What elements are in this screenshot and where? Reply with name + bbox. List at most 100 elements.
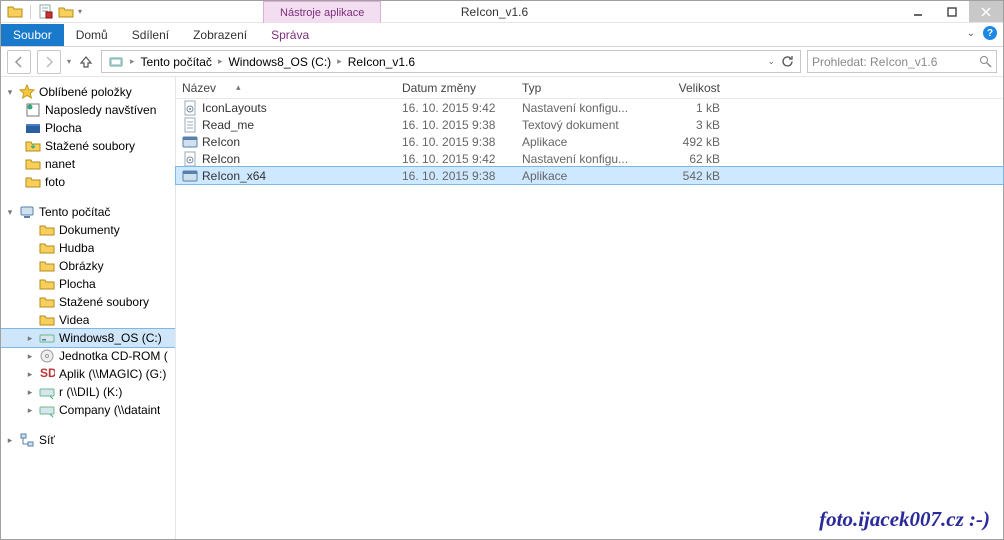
address-dropdown-icon[interactable]: ⌄	[767, 56, 775, 67]
tree-item[interactable]: Obrázky	[1, 257, 175, 275]
drive-icon	[39, 384, 55, 400]
file-icon	[182, 100, 198, 116]
column-header-size[interactable]: Velikost	[646, 81, 726, 95]
file-size: 62 kB	[646, 152, 726, 166]
new-folder-icon[interactable]	[58, 4, 74, 20]
caret-icon[interactable]: ▾	[5, 207, 15, 218]
breadcrumb-item[interactable]: ReIcon_v1.6	[344, 51, 419, 72]
star-icon	[19, 84, 35, 100]
file-icon	[182, 168, 198, 184]
file-date: 16. 10. 2015 9:42	[396, 152, 516, 166]
breadcrumb-item[interactable]: Tento počítač	[137, 51, 216, 72]
chevron-right-icon[interactable]: ▸	[216, 56, 225, 67]
folder-icon	[25, 102, 41, 118]
qat-dropdown-icon[interactable]: ▾	[78, 7, 82, 16]
drive-icon	[39, 258, 55, 274]
context-tab-group-label: Nástroje aplikace	[263, 1, 381, 23]
tree-computer[interactable]: ▾ Tento počítač	[1, 203, 175, 221]
drive-icon: SD	[39, 366, 55, 382]
tree-item[interactable]: Videa	[1, 311, 175, 329]
column-headers: Název▴ Datum změny Typ Velikost	[176, 77, 1003, 99]
recent-locations-dropdown[interactable]: ▾	[67, 57, 71, 66]
close-button[interactable]	[969, 1, 1003, 22]
file-name: Read_me	[202, 118, 254, 132]
file-name: IconLayouts	[202, 101, 267, 115]
drive-icon	[39, 294, 55, 310]
maximize-button[interactable]	[935, 1, 969, 22]
column-header-type[interactable]: Typ	[516, 81, 646, 95]
properties-icon[interactable]	[38, 4, 54, 20]
breadcrumb[interactable]: ▸ Tento počítač ▸ Windows8_OS (C:) ▸ ReI…	[101, 50, 801, 73]
file-date: 16. 10. 2015 9:38	[396, 118, 516, 132]
tree-item[interactable]: ▸Windows8_OS (C:)	[1, 329, 175, 347]
file-size: 1 kB	[646, 101, 726, 115]
tree-item[interactable]: ▸SDAplik (\\MAGIC) (G:)	[1, 365, 175, 383]
file-list: Název▴ Datum změny Typ Velikost IconLayo…	[176, 77, 1003, 539]
tree-network[interactable]: ▸ Síť	[1, 431, 175, 449]
tree-favorites[interactable]: ▾ Oblíbené položky	[1, 83, 175, 101]
ribbon-tab-share[interactable]: Sdílení	[120, 24, 181, 46]
tree-item[interactable]: Hudba	[1, 239, 175, 257]
caret-icon[interactable]: ▾	[5, 87, 15, 98]
file-name: ReIcon_x64	[202, 169, 266, 183]
file-size: 492 kB	[646, 135, 726, 149]
file-type: Nastavení konfigu...	[516, 101, 646, 115]
tree-item[interactable]: Plocha	[1, 275, 175, 293]
chevron-right-icon[interactable]: ▸	[335, 56, 344, 67]
file-icon	[182, 117, 198, 133]
folder-icon	[25, 138, 41, 154]
search-input[interactable]: Prohledat: ReIcon_v1.6	[807, 50, 997, 73]
file-size: 542 kB	[646, 169, 726, 183]
tree-item[interactable]: nanet	[1, 155, 175, 173]
ribbon-tab-manage[interactable]: Správa	[259, 24, 321, 46]
tree-item[interactable]: Stažené soubory	[1, 137, 175, 155]
address-bar: ▾ ▸ Tento počítač ▸ Windows8_OS (C:) ▸ R…	[1, 47, 1003, 77]
caret-icon[interactable]: ▸	[25, 333, 35, 344]
ribbon-tab-file[interactable]: Soubor	[1, 24, 64, 46]
help-icon[interactable]: ?	[983, 26, 997, 40]
tree-item[interactable]: foto	[1, 173, 175, 191]
nav-up-button[interactable]	[77, 53, 95, 71]
chevron-right-icon[interactable]: ▸	[128, 56, 137, 67]
file-icon	[182, 134, 198, 150]
caret-icon[interactable]: ▸	[25, 405, 35, 416]
search-icon	[979, 55, 992, 68]
file-row[interactable]: ReIcon_x6416. 10. 2015 9:38Aplikace542 k…	[176, 167, 1003, 184]
nav-back-button[interactable]	[7, 50, 31, 74]
refresh-icon[interactable]	[781, 55, 794, 68]
file-row[interactable]: IconLayouts16. 10. 2015 9:42Nastavení ko…	[176, 99, 1003, 116]
ribbon-tab-view[interactable]: Zobrazení	[181, 24, 259, 46]
file-date: 16. 10. 2015 9:38	[396, 169, 516, 183]
tree-item[interactable]: ▸r (\\DIL) (K:)	[1, 383, 175, 401]
minimize-button[interactable]	[901, 1, 935, 22]
caret-icon[interactable]: ▸	[25, 387, 35, 398]
folder-icon	[25, 120, 41, 136]
tree-item[interactable]: Dokumenty	[1, 221, 175, 239]
tree-item[interactable]: Plocha	[1, 119, 175, 137]
file-row[interactable]: Read_me16. 10. 2015 9:38Textový dokument…	[176, 116, 1003, 133]
file-name: ReIcon	[202, 135, 240, 149]
breadcrumb-root-icon[interactable]	[104, 51, 128, 72]
tree-item[interactable]: Naposledy navštíven	[1, 101, 175, 119]
file-name: ReIcon	[202, 152, 240, 166]
tree-item[interactable]: Stažené soubory	[1, 293, 175, 311]
file-type: Aplikace	[516, 135, 646, 149]
file-row[interactable]: ReIcon16. 10. 2015 9:38Aplikace492 kB	[176, 133, 1003, 150]
column-header-name[interactable]: Název▴	[176, 81, 396, 95]
drive-icon	[39, 330, 55, 346]
quick-access-toolbar: ▾	[1, 1, 88, 22]
tree-item[interactable]: ▸Jednotka CD-ROM (	[1, 347, 175, 365]
caret-icon[interactable]: ▸	[25, 351, 35, 362]
ribbon-tab-home[interactable]: Domů	[64, 24, 120, 46]
caret-icon[interactable]: ▸	[5, 435, 15, 446]
folder-icon	[25, 174, 41, 190]
drive-icon	[39, 348, 55, 364]
nav-forward-button[interactable]	[37, 50, 61, 74]
caret-icon[interactable]: ▸	[25, 369, 35, 380]
column-header-date[interactable]: Datum změny	[396, 81, 516, 95]
ribbon-expand-icon[interactable]: ⌄	[967, 28, 975, 39]
tree-item[interactable]: ▸Company (\\dataint	[1, 401, 175, 419]
file-type: Nastavení konfigu...	[516, 152, 646, 166]
breadcrumb-item[interactable]: Windows8_OS (C:)	[224, 51, 335, 72]
file-row[interactable]: ReIcon 16. 10. 2015 9:42Nastavení konfigu…	[176, 150, 1003, 167]
